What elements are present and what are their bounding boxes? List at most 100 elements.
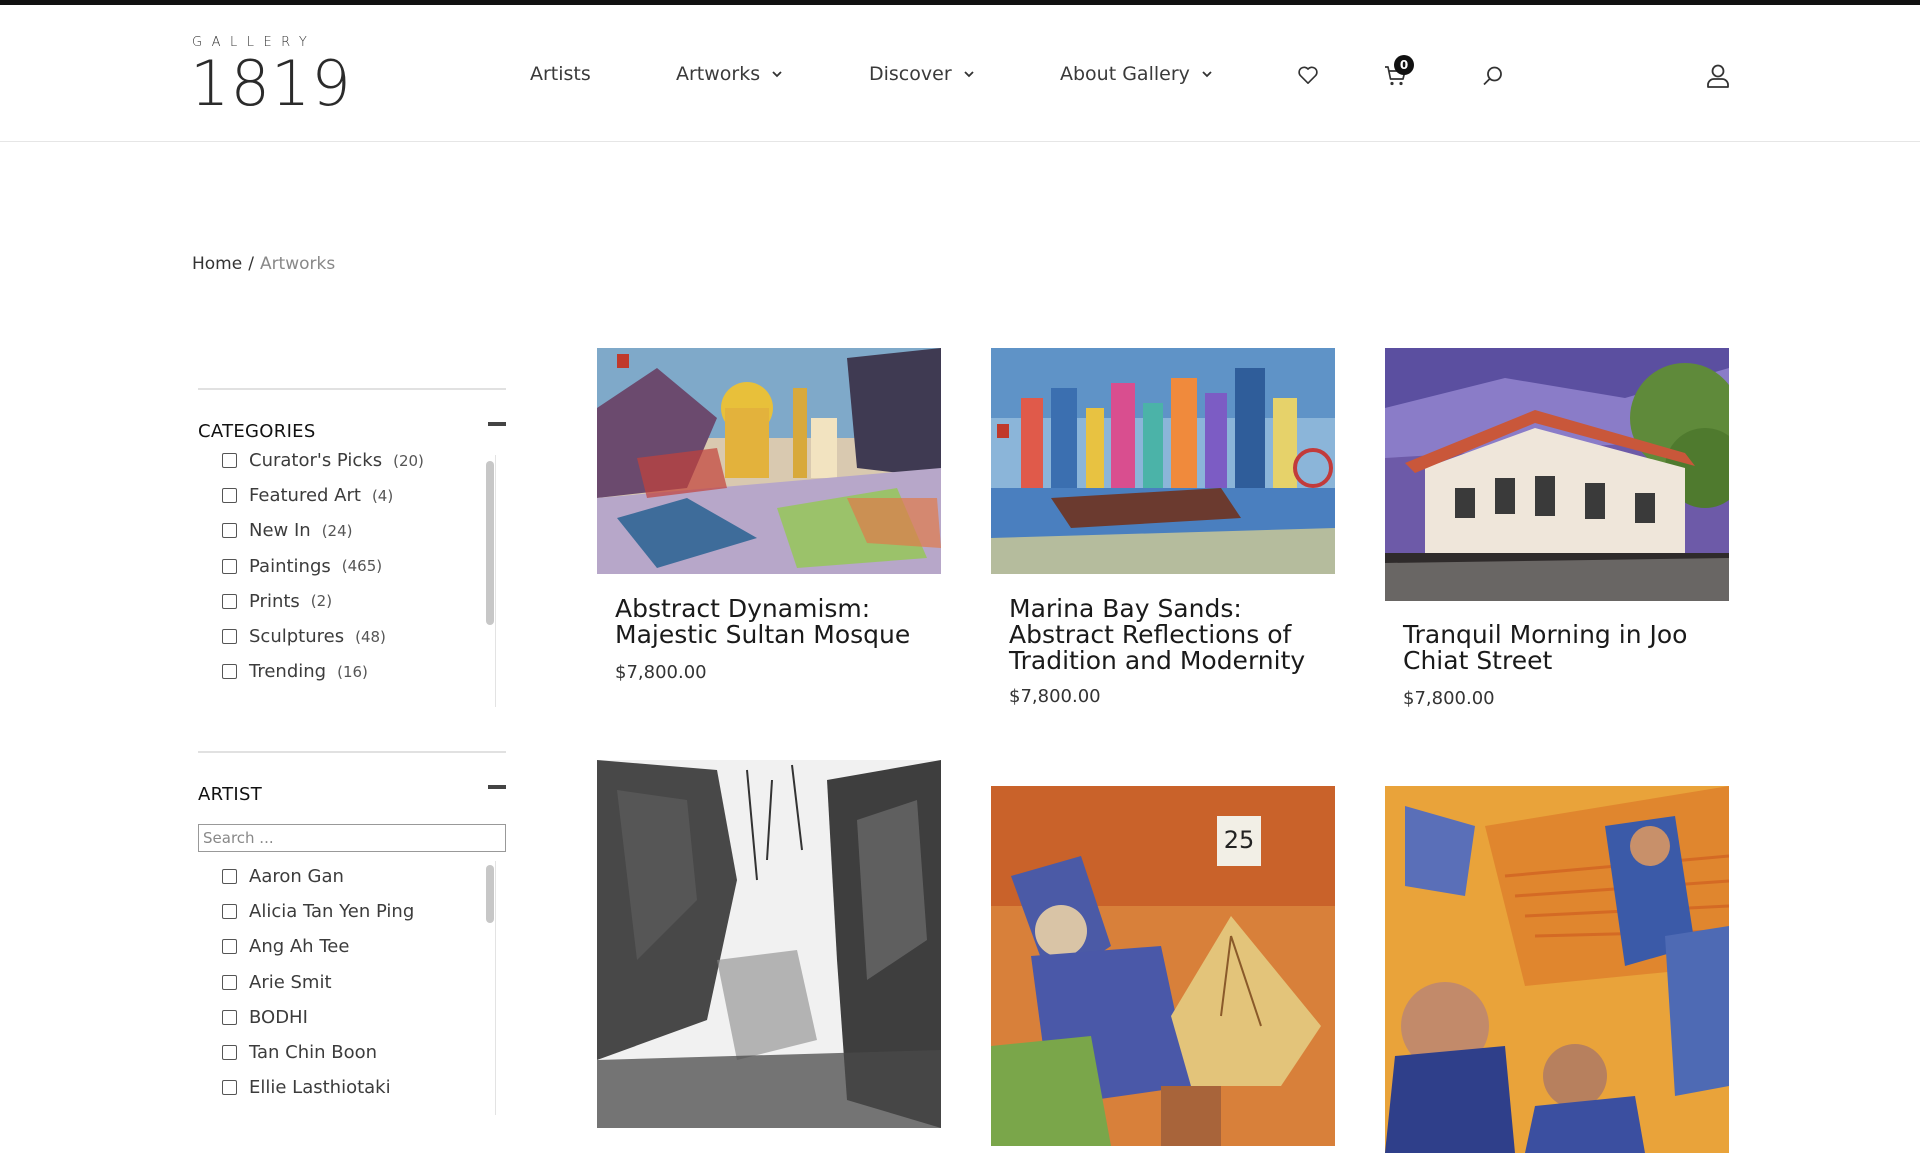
- breadcrumb-home[interactable]: Home: [192, 254, 242, 274]
- checkbox[interactable]: [222, 593, 237, 609]
- artist-label: Ellie Lasthiotaki: [249, 1077, 391, 1099]
- product-title-line: Abstract Dynamism:: [615, 594, 871, 623]
- scroll-thumb[interactable]: [486, 865, 494, 923]
- artist-scrollbar[interactable]: [484, 861, 496, 1115]
- product-price: $7,800.00: [615, 662, 707, 683]
- product-image[interactable]: [1385, 348, 1729, 601]
- category-count: (2): [310, 592, 333, 611]
- artist-search-input[interactable]: [198, 824, 506, 852]
- product-card: [597, 760, 941, 1153]
- product-title-line: Majestic Sultan Mosque: [615, 620, 911, 649]
- category-featured-art[interactable]: Featured Art (4): [222, 478, 482, 513]
- scroll-thumb[interactable]: [486, 461, 494, 625]
- search-icon: [1483, 66, 1502, 86]
- checkbox[interactable]: [222, 1045, 237, 1061]
- search-button[interactable]: [1479, 62, 1507, 90]
- breadcrumb-separator: /: [248, 254, 254, 274]
- artist-item[interactable]: Ang Ah Tee: [222, 929, 482, 964]
- product-image[interactable]: [1385, 786, 1729, 1153]
- checkbox[interactable]: [222, 453, 237, 469]
- painting-ink-street: [597, 760, 941, 1128]
- checkbox[interactable]: [222, 904, 237, 920]
- painting-joo-chiat: [1385, 348, 1729, 601]
- category-label: New In: [249, 520, 311, 542]
- artist-label: BODHI: [249, 1006, 308, 1028]
- category-curators-picks[interactable]: Curator's Picks (20): [222, 443, 482, 478]
- collapse-categories-button[interactable]: [488, 422, 506, 426]
- category-count: (24): [321, 521, 353, 540]
- artist-item[interactable]: Ellie Lasthiotaki: [222, 1070, 482, 1105]
- checkbox[interactable]: [222, 523, 237, 539]
- chevron-down-icon: [963, 71, 974, 78]
- product-image[interactable]: [597, 348, 941, 574]
- product-card: 25: [991, 786, 1335, 1153]
- divider: [198, 751, 506, 753]
- category-count: (4): [371, 486, 394, 505]
- artist-item[interactable]: Alicia Tan Yen Ping: [222, 894, 482, 929]
- product-title-line: Abstract Reflections of: [1009, 620, 1292, 649]
- product-card: Marina Bay Sands: Abstract Reflections o…: [991, 348, 1335, 708]
- site-header: GALLERY 1819 Artists Artworks Discover A…: [0, 5, 1920, 142]
- product-image[interactable]: [991, 348, 1335, 574]
- chevron-down-icon: [1202, 71, 1212, 78]
- nav-artworks[interactable]: Artworks: [676, 63, 784, 85]
- product-title[interactable]: Tranquil Morning in Joo Chiat Street: [1403, 622, 1687, 674]
- product-card: Tranquil Morning in Joo Chiat Street $7,…: [1385, 348, 1729, 709]
- collapse-artist-button[interactable]: [488, 785, 506, 789]
- checkbox[interactable]: [222, 558, 237, 574]
- artist-label: Aaron Gan: [249, 866, 344, 888]
- divider: [198, 388, 506, 390]
- product-title-line: Marina Bay Sands:: [1009, 594, 1242, 623]
- nav-about-gallery[interactable]: About Gallery: [1060, 63, 1214, 85]
- product-price: $7,800.00: [1009, 686, 1101, 707]
- artist-label: Ang Ah Tee: [249, 936, 350, 958]
- painting-sultan-mosque: [597, 348, 941, 574]
- product-image[interactable]: 25: [991, 786, 1335, 1146]
- checkbox[interactable]: [222, 939, 237, 955]
- product-card: [1385, 786, 1729, 1153]
- category-prints[interactable]: Prints (2): [222, 584, 482, 619]
- product-title-line: Tradition and Modernity: [1009, 646, 1306, 675]
- product-image[interactable]: [597, 760, 941, 1128]
- category-label: Curator's Picks: [249, 450, 383, 472]
- category-paintings[interactable]: Paintings (465): [222, 549, 482, 584]
- nav-discover-label: Discover: [869, 63, 952, 85]
- category-label: Trending: [249, 661, 327, 683]
- artist-item[interactable]: Aaron Gan: [222, 859, 482, 894]
- artist-item[interactable]: Tan Chin Boon: [222, 1035, 482, 1070]
- product-price: $7,800.00: [1403, 688, 1495, 709]
- artist-label: Alicia Tan Yen Ping: [249, 901, 415, 923]
- categories-filter: CATEGORIES Curator's Picks (20) Featured…: [198, 388, 506, 708]
- category-trending[interactable]: Trending (16): [222, 654, 482, 689]
- artist-label: Tan Chin Boon: [249, 1042, 378, 1064]
- checkbox[interactable]: [222, 629, 237, 645]
- product-title[interactable]: Abstract Dynamism: Majestic Sultan Mosqu…: [615, 596, 910, 648]
- breadcrumb: Home / Artworks: [192, 254, 335, 274]
- artist-title: ARTIST: [198, 784, 263, 805]
- category-new-in[interactable]: New In (24): [222, 513, 482, 548]
- categories-title: CATEGORIES: [198, 421, 316, 442]
- artist-filter: ARTIST Aaron Gan Alicia Tan Yen Ping Ang…: [198, 751, 506, 1115]
- painting-marina-bay: [991, 348, 1335, 574]
- category-sculptures[interactable]: Sculptures (48): [222, 619, 482, 654]
- nav-artists[interactable]: Artists: [530, 63, 591, 85]
- product-title[interactable]: Marina Bay Sands: Abstract Reflections o…: [1009, 596, 1305, 674]
- checkbox[interactable]: [222, 974, 237, 990]
- artist-item[interactable]: Arie Smit: [222, 965, 482, 1000]
- checkbox[interactable]: [222, 664, 237, 680]
- wishlist-button[interactable]: [1294, 61, 1322, 89]
- nav-discover[interactable]: Discover: [869, 63, 976, 85]
- gallery-logo[interactable]: GALLERY 1819: [190, 35, 351, 125]
- categories-scrollbar[interactable]: [484, 455, 496, 707]
- nav-about-label: About Gallery: [1060, 63, 1190, 85]
- artist-item[interactable]: BODHI: [222, 1000, 482, 1035]
- artist-list: Aaron Gan Alicia Tan Yen Ping Ang Ah Tee…: [222, 859, 482, 1105]
- user-icon: [1707, 64, 1729, 88]
- checkbox[interactable]: [222, 488, 237, 504]
- category-label: Featured Art: [249, 485, 361, 507]
- checkbox[interactable]: [222, 1080, 237, 1096]
- nav-artworks-label: Artworks: [676, 63, 761, 85]
- checkbox[interactable]: [222, 1009, 237, 1025]
- checkbox[interactable]: [222, 869, 237, 885]
- account-button[interactable]: [1704, 62, 1732, 90]
